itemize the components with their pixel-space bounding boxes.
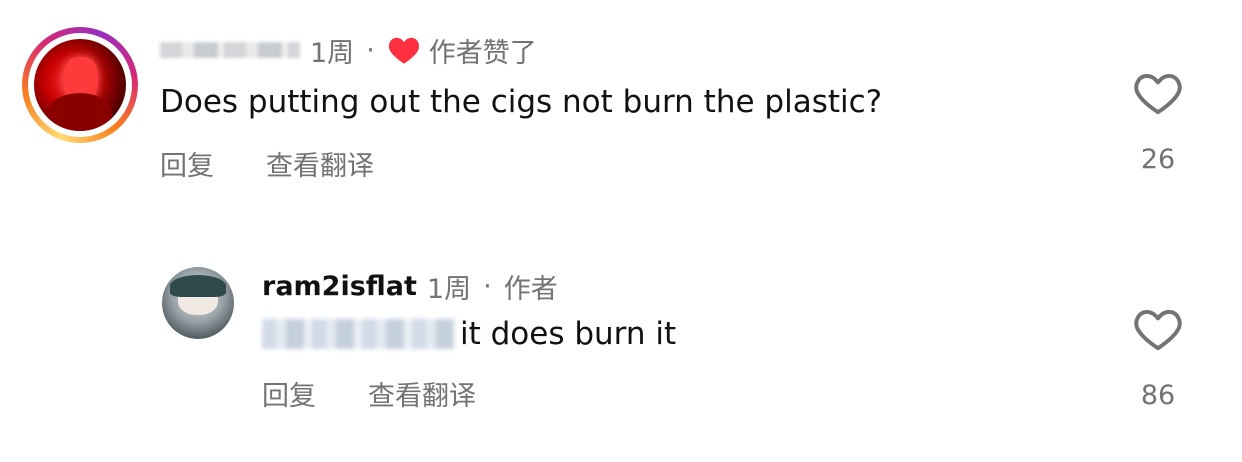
avatar[interactable] — [162, 267, 234, 339]
comment-actions: 回复 查看翻译 — [160, 144, 426, 183]
separator: · — [366, 34, 375, 66]
like-control: 26 — [1130, 70, 1186, 175]
like-count: 26 — [1140, 144, 1176, 175]
comment-text: Does putting out the cigs not burn the p… — [160, 80, 882, 124]
username[interactable]: ram2isflat — [262, 271, 417, 302]
username-redacted[interactable] — [160, 42, 300, 58]
heart-filled-icon — [388, 37, 419, 64]
mention-redacted[interactable] — [262, 319, 454, 349]
reply-button[interactable]: 回复 — [262, 374, 316, 413]
timestamp: 1周 — [310, 37, 355, 69]
separator: · — [483, 270, 492, 302]
comment-body: Does putting out the cigs not burn the p… — [160, 84, 883, 120]
comment-actions: 回复 查看翻译 — [262, 374, 528, 413]
like-control: 86 — [1130, 306, 1186, 411]
reply-button[interactable]: 回复 — [160, 144, 214, 183]
heart-outline-icon[interactable] — [1133, 306, 1183, 352]
heart-outline-icon[interactable] — [1133, 70, 1183, 116]
comment-meta: 1周 · 作者赞了 — [160, 30, 537, 70]
see-translation-button[interactable]: 查看翻译 — [368, 374, 476, 413]
author-badge: 作者 — [503, 273, 558, 305]
comment-body: it does burn it — [460, 316, 677, 352]
comment-meta: ram2isflat 1周 · 作者 — [262, 266, 558, 306]
like-count: 86 — [1140, 380, 1176, 411]
avatar[interactable] — [22, 27, 138, 143]
author-liked-label: 作者赞了 — [428, 37, 537, 69]
see-translation-button[interactable]: 查看翻译 — [266, 144, 374, 183]
timestamp: 1周 — [426, 273, 472, 305]
comment-text: it does burn it — [262, 312, 676, 356]
